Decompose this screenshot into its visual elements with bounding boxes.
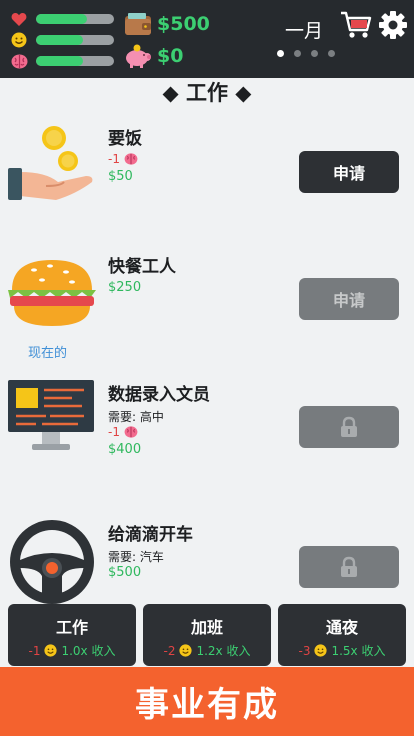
brain-icon bbox=[10, 52, 28, 70]
work-mode-allnight-button[interactable]: 通夜 -3 1.5x 收入 bbox=[278, 604, 406, 666]
apply-button[interactable]: 申请 bbox=[299, 278, 399, 320]
gear-icon[interactable] bbox=[378, 10, 408, 44]
job-smarts-cost: -1 bbox=[108, 152, 138, 166]
shopping-cart-icon[interactable] bbox=[340, 10, 372, 44]
mode-cost: -2 bbox=[163, 643, 176, 658]
smiley-icon bbox=[314, 644, 328, 657]
piggy-bank-icon bbox=[124, 44, 152, 72]
job-row: 要饭 -1 $50 申请 bbox=[0, 110, 414, 230]
job-requirement: 需要: 汽车 bbox=[108, 550, 164, 564]
mode-multiplier: 1.5x 收入 bbox=[331, 644, 386, 658]
job-requirement: 需要: 高中 bbox=[108, 410, 164, 424]
monitor-icon bbox=[6, 380, 98, 472]
job-cost-value: -1 bbox=[108, 152, 120, 166]
page-dot[interactable] bbox=[294, 50, 301, 57]
job-cost-value: -1 bbox=[108, 425, 120, 439]
mode-info: -2 1.2x 收入 bbox=[143, 642, 271, 659]
heart-icon bbox=[10, 10, 28, 28]
current-job-label: 现在的 bbox=[28, 346, 68, 361]
smarts-stat bbox=[10, 52, 114, 70]
burger-icon bbox=[6, 256, 98, 348]
job-title: 给滴滴开车 bbox=[108, 525, 193, 545]
job-row: 数据录入文员 需要: 高中 -1 $400 bbox=[0, 368, 414, 498]
mode-title: 工作 bbox=[55, 618, 88, 637]
job-title: 数据录入文员 bbox=[108, 385, 210, 405]
page-dot[interactable] bbox=[311, 50, 318, 57]
mode-cost: -1 bbox=[28, 643, 41, 658]
smarts-bar bbox=[36, 56, 114, 66]
top-bar: $500 $0 一月 bbox=[0, 0, 414, 78]
smiley-icon bbox=[44, 644, 58, 657]
work-mode-normal-button[interactable]: 工作 -1 1.0x 收入 bbox=[8, 604, 136, 666]
section-title: ◆ 工作 ◆ bbox=[162, 81, 252, 105]
happiness-stat bbox=[10, 31, 114, 49]
brain-icon bbox=[124, 426, 138, 438]
health-stat bbox=[10, 10, 114, 28]
mode-info: -1 1.0x 收入 bbox=[8, 642, 136, 659]
work-mode-overtime-button[interactable]: 加班 -2 1.2x 收入 bbox=[143, 604, 271, 666]
job-salary: $250 bbox=[108, 280, 142, 295]
happiness-bar bbox=[36, 35, 114, 45]
health-bar bbox=[36, 14, 114, 24]
mode-title: 通夜 bbox=[325, 618, 358, 637]
job-salary: $50 bbox=[108, 169, 133, 184]
lock-icon bbox=[341, 556, 357, 577]
savings-amount: $0 bbox=[157, 45, 184, 67]
job-row: 现在的 快餐工人 $250 申请 bbox=[0, 240, 414, 365]
brain-icon bbox=[124, 153, 138, 165]
apply-button[interactable]: 申请 bbox=[299, 151, 399, 193]
job-smarts-cost: -1 bbox=[108, 425, 138, 439]
page-dot[interactable] bbox=[328, 50, 335, 57]
page-indicator bbox=[277, 50, 335, 57]
achievement-banner[interactable]: 事业有成 bbox=[0, 667, 414, 736]
month-label: 一月 bbox=[285, 20, 324, 42]
smiley-icon bbox=[10, 31, 28, 49]
locked-apply-button[interactable] bbox=[299, 406, 399, 448]
job-title: 快餐工人 bbox=[108, 257, 176, 277]
page-dot[interactable] bbox=[277, 50, 284, 57]
job-title: 要饭 bbox=[108, 129, 142, 149]
job-salary: $400 bbox=[108, 442, 142, 457]
job-salary: $500 bbox=[108, 565, 142, 580]
mode-multiplier: 1.0x 收入 bbox=[61, 644, 116, 658]
mode-multiplier: 1.2x 收入 bbox=[196, 644, 251, 658]
lock-icon bbox=[341, 416, 357, 437]
locked-apply-button[interactable] bbox=[299, 546, 399, 588]
mode-cost: -3 bbox=[298, 643, 311, 658]
mode-info: -3 1.5x 收入 bbox=[278, 642, 406, 659]
smiley-icon bbox=[179, 644, 193, 657]
wallet-amount: $500 bbox=[157, 13, 210, 35]
hand-coins-icon bbox=[6, 124, 98, 216]
mode-title: 加班 bbox=[190, 618, 223, 637]
wallet-icon bbox=[124, 12, 152, 40]
job-row: 给滴滴开车 需要: 汽车 $500 bbox=[0, 508, 414, 604]
steering-wheel-icon bbox=[6, 516, 98, 608]
